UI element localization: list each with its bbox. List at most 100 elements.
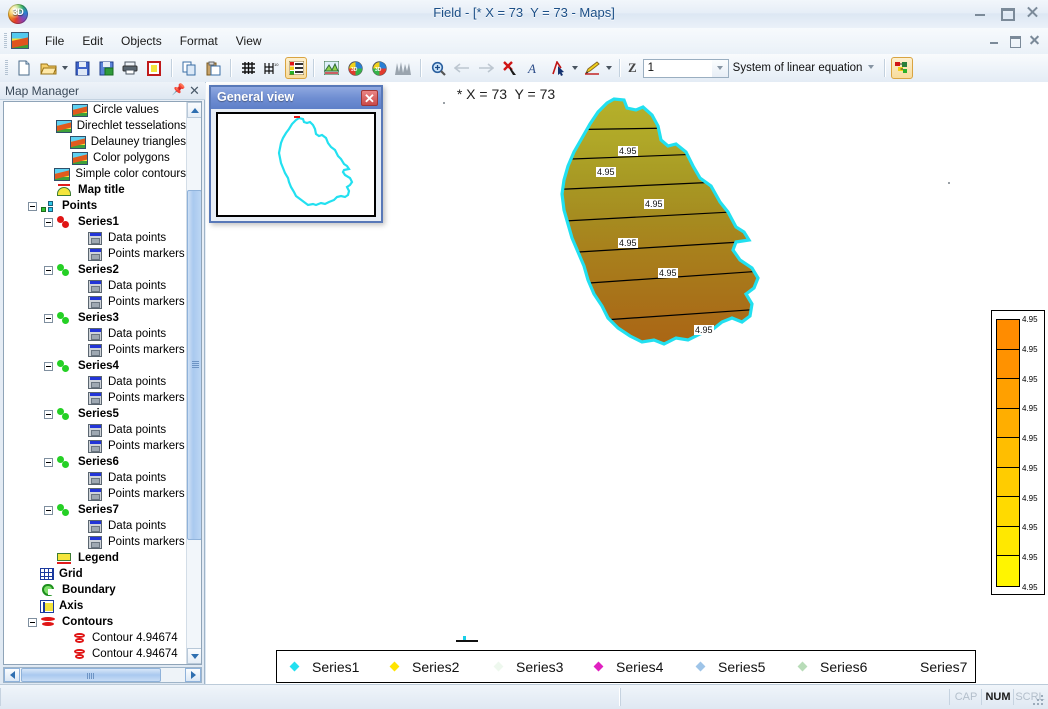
legend-item-series5[interactable]: Series5: [695, 659, 765, 675]
tree-item-direchlet-tesselations[interactable]: Direchlet tesselations: [4, 118, 188, 134]
save-as-button[interactable]: [95, 57, 117, 79]
method-combo[interactable]: System of linear equation: [729, 59, 879, 78]
pointer-tool-button[interactable]: [547, 57, 569, 79]
scroll-down-button[interactable]: [187, 648, 201, 664]
tree-item-data-points[interactable]: Data points: [4, 422, 188, 438]
legend-item-series4[interactable]: Series4: [593, 659, 663, 675]
tree-item-points-markers[interactable]: Points markers: [4, 390, 188, 406]
save-document-button[interactable]: [71, 57, 93, 79]
pin-icon[interactable]: 📌: [172, 84, 186, 97]
menu-edit[interactable]: Edit: [73, 31, 112, 51]
open-document-button[interactable]: [37, 57, 59, 79]
scroll-up-button[interactable]: [187, 102, 201, 118]
tree-expander-collapse-icon[interactable]: [44, 361, 53, 371]
text-tool-button[interactable]: A: [523, 57, 545, 79]
mdi-close-button[interactable]: [1028, 34, 1041, 46]
open-dropdown-arrow-icon[interactable]: [60, 57, 70, 79]
tree-item-delauney-triangles[interactable]: Delauney triangles: [4, 134, 188, 150]
tree-item-axis[interactable]: Axis: [4, 598, 188, 614]
color-scheme-button[interactable]: [890, 57, 913, 79]
tree-item-points-markers[interactable]: Points markers: [4, 294, 188, 310]
pointer-dropdown-arrow-icon[interactable]: [570, 57, 580, 79]
z-value-combo[interactable]: 1: [642, 58, 729, 78]
tree-horizontal-scrollbar[interactable]: [3, 667, 202, 683]
scroll-right-button[interactable]: [185, 668, 201, 682]
menu-format[interactable]: Format: [171, 31, 227, 51]
map-manager-button[interactable]: [285, 57, 307, 79]
z-combo-arrow-icon[interactable]: [711, 59, 728, 77]
forward-button[interactable]: [475, 57, 497, 79]
tree-item-data-points[interactable]: Data points: [4, 230, 188, 246]
grid-button[interactable]: [237, 57, 259, 79]
minimize-button[interactable]: [972, 5, 988, 19]
tree-expander-collapse-icon[interactable]: [44, 217, 53, 227]
tree-item-simple-color-contours[interactable]: Simple color contours: [4, 166, 188, 182]
tree-item-series1[interactable]: Series1: [4, 214, 188, 230]
tree-item-series2[interactable]: Series2: [4, 262, 188, 278]
tree-expander-collapse-icon[interactable]: [44, 505, 53, 515]
resize-grip-icon[interactable]: [1032, 693, 1046, 707]
tree-item-points-markers[interactable]: Points markers: [4, 246, 188, 262]
tree-vertical-scrollbar[interactable]: [186, 102, 201, 664]
tree-item-points-markers[interactable]: Points markers: [4, 534, 188, 550]
pencil-tool-button[interactable]: [581, 57, 603, 79]
horizontal-scroll-thumb[interactable]: [21, 668, 161, 682]
close-button[interactable]: [1024, 5, 1040, 19]
tree-item-data-points[interactable]: Data points: [4, 470, 188, 486]
legend-item-series3[interactable]: Series3: [493, 659, 563, 675]
tree-item-legend[interactable]: Legend: [4, 550, 188, 566]
tree-item-series4[interactable]: Series4: [4, 358, 188, 374]
tree-item-series5[interactable]: Series5: [4, 406, 188, 422]
tree-item-color-polygons[interactable]: Color polygons: [4, 150, 188, 166]
print-button[interactable]: [119, 57, 141, 79]
tree-item-data-points[interactable]: Data points: [4, 278, 188, 294]
scroll-left-button[interactable]: [4, 668, 20, 682]
tree-expander-collapse-icon[interactable]: [28, 617, 37, 627]
data-table-button[interactable]: 10: [261, 57, 283, 79]
delete-selection-button[interactable]: [499, 57, 521, 79]
dock-close-icon[interactable]: ✕: [188, 84, 201, 97]
series-legend[interactable]: Series1 Series2 Series3 Series4 Series5 Serie…: [276, 650, 976, 683]
tree-item-series6[interactable]: Series6: [4, 454, 188, 470]
maximize-button[interactable]: [998, 5, 1015, 21]
surface-3d-button-2[interactable]: 3D: [368, 57, 390, 79]
tree-item-contour-4-94674[interactable]: Contour 4.94674: [4, 646, 188, 662]
print-preview-button[interactable]: [143, 57, 165, 79]
map-manager-tree[interactable]: Color reliefCircle valuesDirechlet tesse…: [3, 101, 202, 665]
menu-grip[interactable]: [4, 33, 7, 49]
toolbar-grip[interactable]: [5, 60, 8, 76]
legend-item-series1[interactable]: Series1: [289, 659, 359, 675]
legend-item-series2[interactable]: Series2: [389, 659, 459, 675]
pencil-dropdown-arrow-icon[interactable]: [604, 57, 614, 79]
menu-file[interactable]: File: [36, 31, 73, 51]
tree-item-points-markers[interactable]: Points markers: [4, 486, 188, 502]
zoom-button[interactable]: [427, 57, 449, 79]
paste-button[interactable]: [202, 57, 224, 79]
general-view-header[interactable]: General view: [211, 87, 381, 109]
general-view-panel[interactable]: General view ✕: [209, 85, 383, 223]
menu-view[interactable]: View: [227, 31, 271, 51]
tree-item-contours[interactable]: Contours: [4, 614, 188, 630]
back-button[interactable]: [451, 57, 473, 79]
tree-item-data-points[interactable]: Data points: [4, 374, 188, 390]
tree-item-map-title[interactable]: Map title: [4, 182, 188, 198]
tree-item-points-markers[interactable]: Points markers: [4, 438, 188, 454]
mdi-restore-button[interactable]: [1008, 34, 1021, 48]
tree-item-grid[interactable]: Grid: [4, 566, 188, 582]
tree-item-boundary[interactable]: Boundary: [4, 582, 188, 598]
tree-item-circle-values[interactable]: Circle values: [4, 102, 188, 118]
waveform-button[interactable]: [392, 57, 414, 79]
method-combo-arrow-icon[interactable]: [863, 59, 879, 76]
tree-expander-collapse-icon[interactable]: [44, 313, 53, 323]
mdi-minimize-button[interactable]: [988, 34, 1001, 46]
tree-expander-collapse-icon[interactable]: [44, 409, 53, 419]
copy-button[interactable]: [178, 57, 200, 79]
tree-item-data-points[interactable]: Data points: [4, 326, 188, 342]
tree-expander-collapse-icon[interactable]: [44, 457, 53, 467]
tree-expander-collapse-icon[interactable]: [28, 201, 37, 211]
tree-item-contour-4-94674[interactable]: Contour 4.94674: [4, 630, 188, 646]
general-view-close-button[interactable]: ✕: [361, 90, 378, 106]
legend-item-series7[interactable]: Series7: [897, 659, 967, 675]
tree-item-series7[interactable]: Series7: [4, 502, 188, 518]
surface-3d-button-1[interactable]: 3D: [344, 57, 366, 79]
